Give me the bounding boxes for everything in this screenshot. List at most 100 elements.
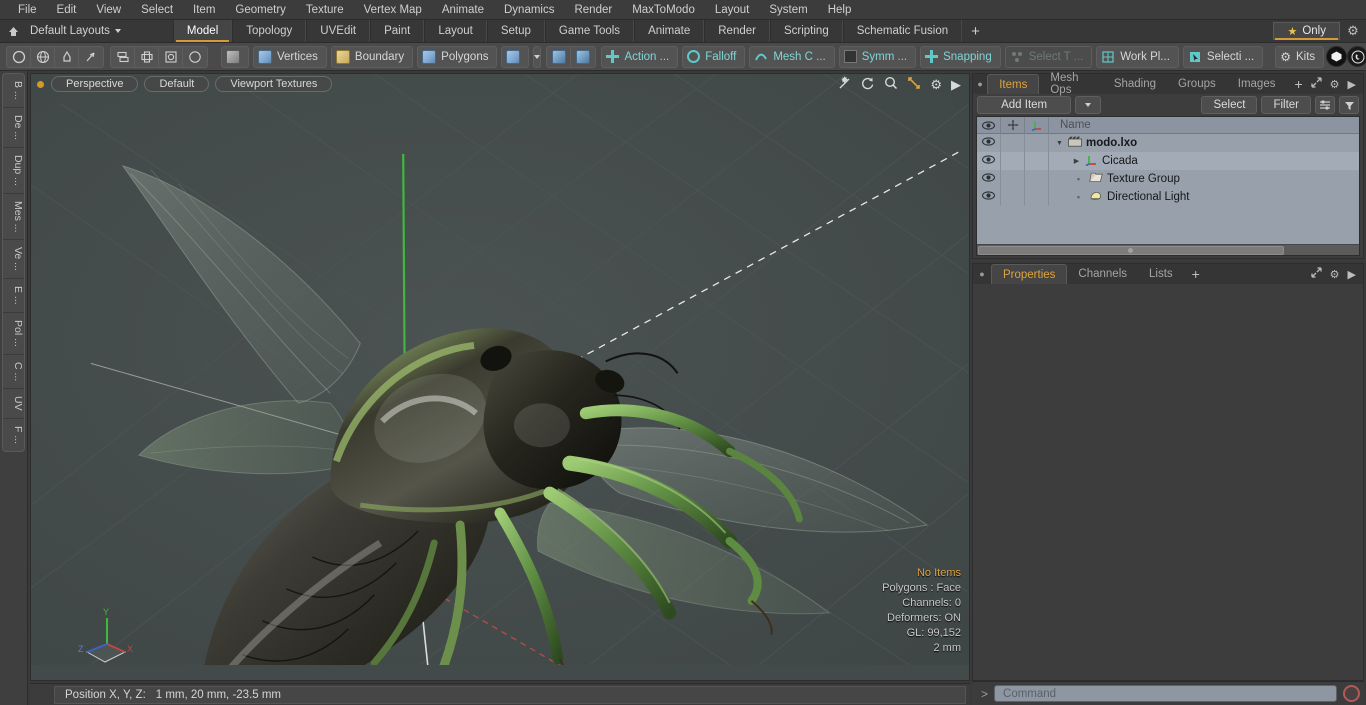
menu-item-texture[interactable]: Texture (296, 0, 354, 20)
pen-select-icon[interactable] (55, 46, 79, 67)
table-row[interactable]: ▪ Texture Group (977, 170, 1359, 188)
play-icon[interactable]: ▶ (1348, 78, 1356, 91)
work-plane-button[interactable]: Work Pl... (1096, 45, 1179, 68)
record-icon[interactable] (1343, 685, 1360, 702)
items-add-tab-button[interactable]: + (1286, 74, 1310, 94)
material-sphere-2-icon[interactable] (571, 47, 595, 67)
menu-item-file[interactable]: File (8, 0, 47, 20)
properties-add-tab-button[interactable]: + (1184, 264, 1208, 284)
solid-cube-button[interactable] (221, 45, 249, 68)
align-icon[interactable] (111, 46, 135, 67)
kits-button[interactable]: ⚙ Kits (1275, 45, 1325, 68)
tab-lists[interactable]: Lists (1138, 264, 1184, 284)
tab-images[interactable]: Images (1227, 74, 1287, 94)
tab-mesh-ops[interactable]: Mesh Ops (1039, 72, 1102, 96)
viewport-shading-button[interactable]: Viewport Textures (215, 76, 333, 92)
mesh-constraint-button[interactable]: Mesh C ... (749, 45, 835, 68)
row-axis-cell[interactable] (1025, 134, 1049, 152)
unreal-icon[interactable] (1347, 46, 1366, 67)
menu-item-help[interactable]: Help (818, 0, 862, 20)
tab-schematic-fusion[interactable]: Schematic Fusion (842, 20, 963, 42)
items-tree-hscrollbar[interactable] (977, 244, 1359, 255)
menu-item-item[interactable]: Item (183, 0, 225, 20)
list-options-icon[interactable] (1315, 96, 1335, 114)
cube-dropdown-caret[interactable] (533, 45, 542, 68)
table-row[interactable]: ▪ Directional Light (977, 188, 1359, 206)
row-axis-cell[interactable] (1025, 170, 1049, 188)
menu-item-geometry[interactable]: Geometry (225, 0, 296, 20)
selection-button[interactable]: Selecti ... (1182, 45, 1264, 68)
play-icon[interactable]: ▶ (1348, 268, 1356, 281)
viewport-style-button[interactable]: Default (144, 76, 210, 92)
row-visibility-toggle[interactable] (977, 188, 1001, 206)
gear-icon[interactable]: ⚙ (930, 78, 942, 91)
menu-item-render[interactable]: Render (564, 0, 622, 20)
circle-select-icon[interactable] (7, 46, 31, 67)
lasso-select-icon[interactable] (79, 47, 103, 67)
only-button[interactable]: ★ Only (1273, 22, 1340, 40)
move-tool-icon[interactable] (838, 76, 852, 92)
tab-layout[interactable]: Layout (424, 20, 487, 42)
snapping-button[interactable]: Snapping (920, 45, 1001, 68)
action-center-button[interactable]: Action ... (601, 45, 679, 68)
row-visibility-toggle[interactable] (977, 170, 1001, 188)
twisty-open-icon[interactable]: ▼ (1055, 140, 1064, 147)
row-move-cell[interactable] (1001, 188, 1025, 206)
row-axis-cell[interactable] (1025, 152, 1049, 170)
menu-item-layout[interactable]: Layout (705, 0, 760, 20)
select-through-button[interactable]: Select T ... (1004, 45, 1093, 68)
add-item-button[interactable]: Add Item (977, 96, 1072, 114)
gear-icon[interactable]: ⚙ (1330, 78, 1340, 91)
select-button[interactable]: Select (1201, 96, 1258, 114)
menu-item-select[interactable]: Select (131, 0, 183, 20)
left-tool-fusion[interactable]: F ... (3, 419, 24, 451)
fit-tool-icon[interactable] (907, 76, 921, 92)
tab-topology[interactable]: Topology (232, 20, 307, 42)
tab-setup[interactable]: Setup (486, 20, 545, 42)
ellipse-icon[interactable] (183, 47, 207, 67)
left-tool-mesh[interactable]: Mes ... (3, 194, 24, 241)
expand-icon[interactable] (1311, 77, 1322, 91)
zoom-tool-icon[interactable] (884, 76, 898, 92)
left-tool-duplicate[interactable]: Dup ... (3, 148, 24, 194)
tab-model[interactable]: Model (172, 20, 233, 42)
menu-item-maxtomodo[interactable]: MaxToModo (622, 0, 705, 20)
tree-item-cicada[interactable]: ▶ Cicada (1049, 154, 1138, 169)
modo-cube-icon[interactable] (1326, 46, 1348, 67)
left-tool-edge[interactable]: E ... (3, 279, 24, 313)
center-icon[interactable] (135, 46, 159, 67)
row-move-cell[interactable] (1001, 152, 1025, 170)
default-layouts-dropdown[interactable]: Default Layouts (26, 20, 129, 42)
tab-uvedit[interactable]: UVEdit (306, 20, 371, 42)
table-row[interactable]: ▼ modo.lxo (977, 134, 1359, 152)
add-tab-button[interactable]: + (962, 20, 989, 42)
material-sphere-icon[interactable] (547, 46, 572, 67)
tab-scripting[interactable]: Scripting (769, 20, 843, 42)
viewport-3d[interactable]: Perspective Default Viewport Textures ⚙ … (30, 73, 970, 681)
tab-game-tools[interactable]: Game Tools (544, 20, 635, 42)
tree-item-directional-light[interactable]: ▪ Directional Light (1049, 190, 1190, 204)
tab-shading[interactable]: Shading (1103, 74, 1167, 94)
row-axis-cell[interactable] (1025, 188, 1049, 206)
scrollbar-thumb[interactable] (978, 245, 1284, 255)
tab-render[interactable]: Render (704, 20, 770, 42)
left-tool-uv[interactable]: UV (3, 389, 24, 419)
tab-items[interactable]: Items (987, 74, 1040, 94)
menu-item-animate[interactable]: Animate (432, 0, 494, 20)
row-visibility-toggle[interactable] (977, 134, 1001, 152)
viewport-projection-button[interactable]: Perspective (51, 76, 139, 92)
mode-button-polygons[interactable]: Polygons (417, 45, 498, 68)
funnel-icon[interactable] (1339, 96, 1359, 114)
rotate-tool-icon[interactable] (861, 76, 875, 92)
mode-button-boundary[interactable]: Boundary (330, 45, 414, 68)
play-icon[interactable]: ▶ (951, 78, 961, 91)
row-visibility-toggle[interactable] (977, 152, 1001, 170)
menu-item-edit[interactable]: Edit (47, 0, 87, 20)
items-tree[interactable]: Name ▼ modo.lxo ▶ Cicada ▪ Texture Group… (976, 116, 1360, 256)
twisty-closed-icon[interactable]: ▶ (1072, 157, 1081, 165)
row-move-cell[interactable] (1001, 134, 1025, 152)
mode-button-vertices[interactable]: Vertices (253, 45, 327, 68)
tab-properties[interactable]: Properties (991, 264, 1068, 284)
table-row[interactable]: ▶ Cicada (977, 152, 1359, 170)
tree-item-scene[interactable]: ▼ modo.lxo (1049, 136, 1137, 150)
